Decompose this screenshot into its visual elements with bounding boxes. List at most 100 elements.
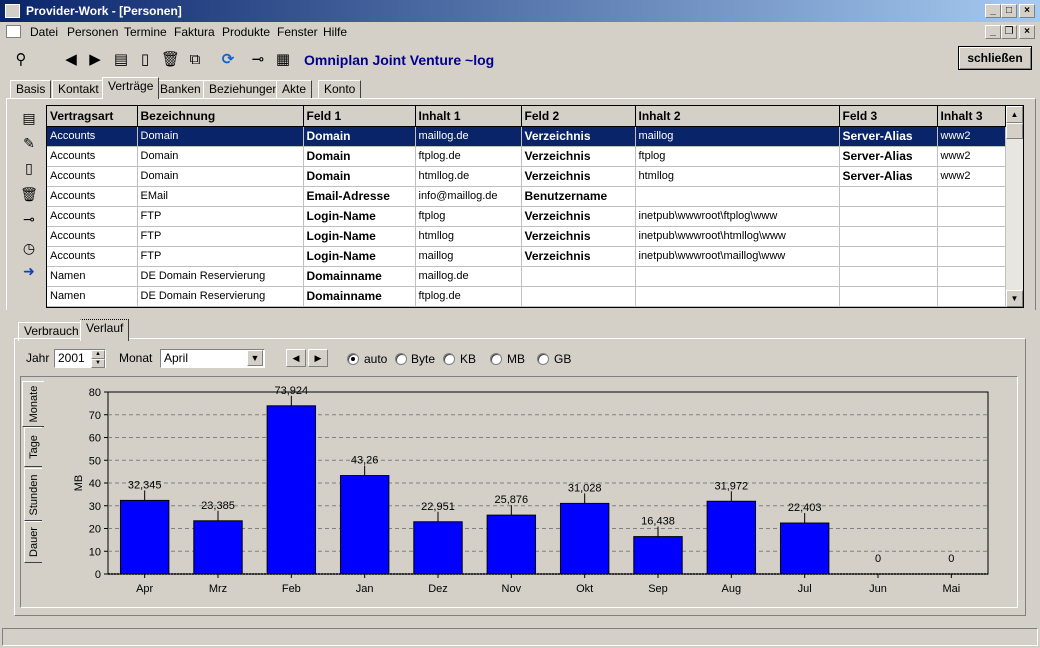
year-up-button[interactable]: ▲: [91, 350, 105, 359]
table-cell[interactable]: info@maillog.de: [415, 186, 522, 207]
table-cell[interactable]: [839, 186, 938, 207]
table-cell[interactable]: Benutzername: [521, 186, 636, 207]
table-cell[interactable]: [839, 226, 938, 247]
menu-fenster[interactable]: Fenster: [277, 25, 318, 39]
column-header[interactable]: Vertragsart: [47, 106, 138, 127]
table-cell[interactable]: Accounts: [47, 186, 138, 207]
edit-icon[interactable]: ✎: [20, 134, 38, 152]
tab-banken[interactable]: Banken: [154, 80, 207, 99]
column-header[interactable]: Inhalt 1: [415, 106, 522, 127]
table-cell[interactable]: [839, 266, 938, 287]
table-cell[interactable]: Domainname: [303, 266, 416, 287]
table-cell[interactable]: Verzeichnis: [521, 226, 636, 247]
scroll-down-button[interactable]: ▼: [1006, 290, 1023, 307]
table-row[interactable]: Accounts FTP Login-Name maillog Verzeichnis i…: [47, 246, 1006, 267]
table-cell[interactable]: Accounts: [47, 146, 138, 167]
table-cell[interactable]: [635, 286, 840, 307]
close-button[interactable]: schließen: [958, 46, 1032, 70]
new-document-icon[interactable]: ▯: [20, 159, 38, 177]
trash-icon[interactable]: 🗑: [161, 51, 180, 69]
table-cell[interactable]: ftplog.de: [415, 146, 522, 167]
menu-datei[interactable]: Datei: [30, 25, 58, 39]
chevron-down-icon[interactable]: ▼: [247, 350, 263, 366]
table-cell[interactable]: www2: [937, 146, 1006, 167]
previous-record-icon[interactable]: ◀: [62, 51, 80, 69]
table-row[interactable]: Accounts Domain Domain maillog.de Verzeichni…: [47, 126, 1006, 147]
table-cell[interactable]: Login-Name: [303, 226, 416, 247]
table-row[interactable]: Accounts EMail Email-Adresse info@maillog.d…: [47, 186, 1006, 207]
mdi-close-button[interactable]: ×: [1019, 25, 1035, 39]
unit-radio-kb[interactable]: [443, 353, 455, 365]
unit-radio-mb[interactable]: [490, 353, 502, 365]
list-icon[interactable]: ▤: [20, 109, 38, 127]
table-cell[interactable]: htmllog: [635, 166, 840, 187]
table-cell[interactable]: Login-Name: [303, 206, 416, 227]
table-cell[interactable]: [937, 186, 1006, 207]
table-cell[interactable]: Accounts: [47, 226, 138, 247]
table-cell[interactable]: htmllog.de: [415, 166, 522, 187]
tab-akte[interactable]: Akte: [276, 80, 313, 99]
refresh-icon[interactable]: ⟳: [219, 51, 237, 69]
maximize-button[interactable]: □: [1001, 4, 1017, 18]
binoculars-icon[interactable]: ⚲: [12, 51, 30, 69]
table-row[interactable]: Accounts FTP Login-Name ftplog Verzeichnis in…: [47, 206, 1006, 227]
table-cell[interactable]: www2: [937, 166, 1006, 187]
table-cell[interactable]: DE Domain Reservierung: [137, 266, 304, 287]
table-cell[interactable]: [635, 266, 840, 287]
side-tab-stunden[interactable]: Stunden: [24, 468, 42, 521]
table-row[interactable]: Accounts FTP Login-Name htmllog Verzeichnis i…: [47, 226, 1006, 247]
table-cell[interactable]: Domain: [303, 146, 416, 167]
table-cell[interactable]: maillog.de: [415, 126, 522, 147]
menu-faktura[interactable]: Faktura: [174, 25, 215, 39]
list-icon[interactable]: ▤: [112, 51, 130, 69]
table-cell[interactable]: Email-Adresse: [303, 186, 416, 207]
column-header[interactable]: Feld 3: [839, 106, 938, 127]
table-cell[interactable]: Verzeichnis: [521, 146, 636, 167]
minimize-button[interactable]: _: [985, 4, 1001, 18]
table-cell[interactable]: Domain: [303, 126, 416, 147]
column-header[interactable]: Feld 1: [303, 106, 416, 127]
scroll-up-button[interactable]: ▲: [1006, 106, 1023, 123]
column-header[interactable]: Inhalt 2: [635, 106, 840, 127]
table-cell[interactable]: Accounts: [47, 246, 138, 267]
side-tab-tage[interactable]: Tage: [24, 427, 42, 467]
table-cell[interactable]: [839, 246, 938, 267]
menu-personen[interactable]: Personen: [67, 25, 118, 39]
table-cell[interactable]: Domain: [137, 126, 304, 147]
next-record-icon[interactable]: ▶: [86, 51, 104, 69]
app-icon[interactable]: [5, 4, 20, 18]
table-cell[interactable]: [937, 286, 1006, 307]
table-cell[interactable]: maillog: [415, 246, 522, 267]
table-cell[interactable]: [521, 266, 636, 287]
table-cell[interactable]: FTP: [137, 246, 304, 267]
table-cell[interactable]: [839, 206, 938, 227]
column-header[interactable]: Bezeichnung: [137, 106, 304, 127]
close-window-button[interactable]: ×: [1019, 4, 1035, 18]
year-down-button[interactable]: ▼: [91, 359, 105, 368]
table-cell[interactable]: Accounts: [47, 126, 138, 147]
table-cell[interactable]: maillog: [635, 126, 840, 147]
title-bar[interactable]: Provider-Work - [Personen] _ □ ×: [0, 0, 1040, 22]
grid-scrollbar[interactable]: ▲ ▼: [1006, 106, 1023, 307]
table-cell[interactable]: Domainname: [303, 286, 416, 307]
table-cell[interactable]: FTP: [137, 206, 304, 227]
table-cell[interactable]: Verzeichnis: [521, 126, 636, 147]
tab-beziehungen[interactable]: Beziehungen: [203, 80, 286, 99]
table-row[interactable]: Namen DE Domain Reservierung Domainname mai…: [47, 266, 1006, 287]
table-row[interactable]: Accounts Domain Domain htmllog.de Verzeichni…: [47, 166, 1006, 187]
pin-icon[interactable]: ⊸: [20, 210, 38, 228]
table-cell[interactable]: Namen: [47, 266, 138, 287]
table-cell[interactable]: Login-Name: [303, 246, 416, 267]
table-cell[interactable]: ftplog: [415, 206, 522, 227]
tab-verlauf[interactable]: Verlauf: [80, 319, 130, 341]
table-cell[interactable]: [937, 266, 1006, 287]
table-cell[interactable]: FTP: [137, 226, 304, 247]
new-document-icon[interactable]: ▯: [136, 51, 154, 69]
table-cell[interactable]: Verzeichnis: [521, 166, 636, 187]
tab-basis[interactable]: Basis: [10, 80, 52, 99]
scroll-thumb[interactable]: [1006, 123, 1023, 139]
table-row[interactable]: Accounts Domain Domain ftplog.de Verzeichnis…: [47, 146, 1006, 167]
table-cell[interactable]: Server-Alias: [839, 146, 938, 167]
tab-konto[interactable]: Konto: [318, 80, 362, 99]
table-cell[interactable]: inetpub\wwwroot\ftplog\www: [635, 206, 840, 227]
